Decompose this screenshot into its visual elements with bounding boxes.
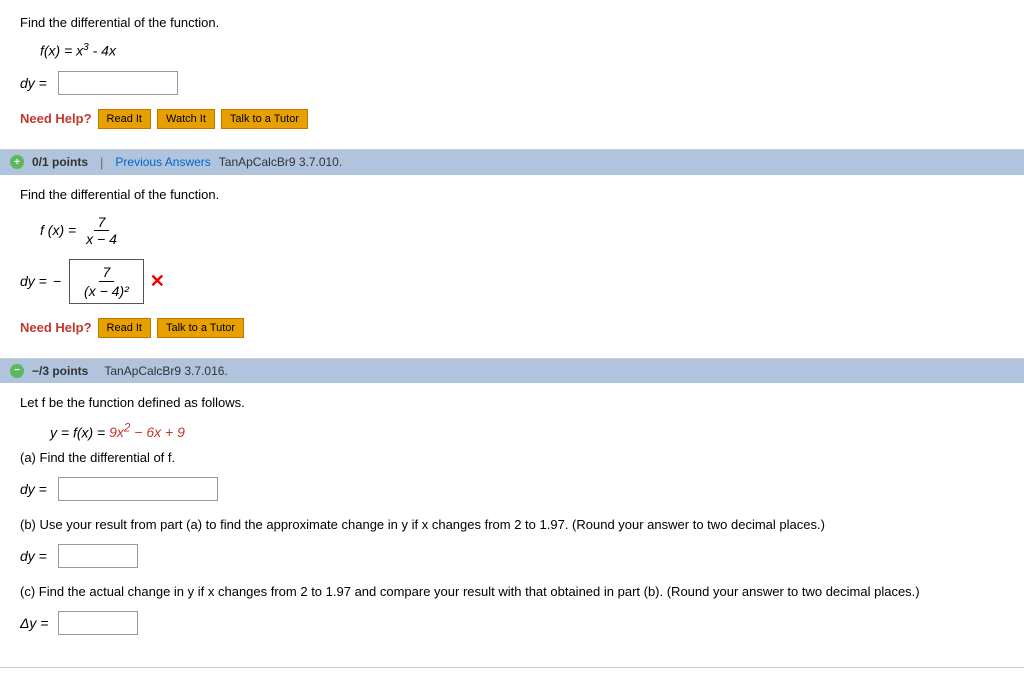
dy-input-1[interactable] (58, 71, 178, 95)
negative-sign-2: − (53, 273, 61, 289)
read-it-btn-1[interactable]: Read It (98, 109, 151, 129)
answer-num-2: 7 (99, 263, 115, 282)
fraction-display-2: 7 x − 4 (82, 214, 121, 247)
points-label-3: −/3 points (32, 364, 88, 378)
section-header-3: − −/3 points TanApCalcBr9 3.7.016. (0, 359, 1024, 383)
question-text-3: Let f be the function defined as follows… (20, 395, 1004, 410)
read-it-btn-2[interactable]: Read It (98, 318, 151, 338)
frac-den-2: x − 4 (82, 231, 121, 247)
talk-tutor-btn-1[interactable]: Talk to a Tutor (221, 109, 308, 129)
part-c: (c) Find the actual change in y if x cha… (20, 584, 1004, 635)
frac-num-2: 7 (94, 214, 110, 231)
dy-label-2: dy = (20, 273, 47, 289)
separator-2: | (100, 155, 103, 170)
answer-den-2: (x − 4)² (80, 282, 133, 300)
question-text-1: Find the differential of the function. (20, 15, 1004, 30)
answer-row-1: dy = (20, 71, 1004, 95)
function-suffix: - 4x (89, 43, 116, 59)
answer-row-a: dy = (20, 477, 1004, 501)
need-help-1: Need Help? Read It Watch It Talk to a Tu… (20, 109, 1004, 129)
points-label-2: 0/1 points (32, 155, 88, 169)
status-circle-3: − (10, 364, 24, 378)
dy-label-1: dy = (20, 75, 50, 91)
course-code-3: TanApCalcBr9 3.7.016. (104, 364, 227, 378)
equation-display-3: y = f(x) = 9x2 − 6x + 9 (50, 422, 1004, 441)
dy-input-b[interactable] (58, 544, 138, 568)
function-prefix: f(x) = x (40, 43, 83, 59)
answer-fraction-2: 7 (x − 4)² (69, 259, 144, 304)
course-code-2: TanApCalcBr9 3.7.010. (219, 155, 342, 169)
function-display-2: f (x) = 7 x − 4 (40, 214, 1004, 247)
dy-label-b: dy = (20, 548, 50, 564)
part-b-label: (b) Use your result from part (a) to fin… (20, 517, 1004, 532)
need-help-label-1: Need Help? (20, 111, 92, 126)
dy-input-a[interactable] (58, 477, 218, 501)
wrong-mark-2: ✕ (150, 271, 165, 292)
talk-tutor-btn-2[interactable]: Talk to a Tutor (157, 318, 244, 338)
answer-row-c: Δy = (20, 611, 1004, 635)
section-header-2: + 0/1 points | Previous Answers TanApCal… (0, 150, 1024, 175)
func-label-2: f (x) = (40, 222, 76, 238)
answer-row-b: dy = (20, 544, 1004, 568)
answer-row-2: dy = − 7 (x − 4)² ✕ (20, 259, 1004, 304)
part-a-label: (a) Find the differential of f. (20, 450, 1004, 465)
part-c-label: (c) Find the actual change in y if x cha… (20, 584, 1004, 599)
need-help-2: Need Help? Read It Talk to a Tutor (20, 318, 1004, 338)
eq-highlighted-3: 9x2 − 6x + 9 (109, 424, 185, 440)
status-circle-2: + (10, 155, 24, 169)
need-help-label-2: Need Help? (20, 320, 92, 335)
section-1: Find the differential of the function. f… (0, 0, 1024, 150)
prev-answers-link-2[interactable]: Previous Answers (115, 155, 210, 169)
dy-label-a: dy = (20, 481, 50, 497)
delta-y-label-c: Δy = (20, 615, 50, 631)
part-a: (a) Find the differential of f. dy = (20, 450, 1004, 501)
delta-y-input-c[interactable] (58, 611, 138, 635)
section-3: − −/3 points TanApCalcBr9 3.7.016. Let f… (0, 359, 1024, 669)
function-display-1: f(x) = x3 - 4x (40, 42, 1004, 59)
section-2: + 0/1 points | Previous Answers TanApCal… (0, 150, 1024, 359)
eq-plain-3: y = f(x) = (50, 424, 109, 440)
question-text-2: Find the differential of the function. (20, 187, 1004, 202)
part-b: (b) Use your result from part (a) to fin… (20, 517, 1004, 568)
watch-it-btn-1[interactable]: Watch It (157, 109, 215, 129)
